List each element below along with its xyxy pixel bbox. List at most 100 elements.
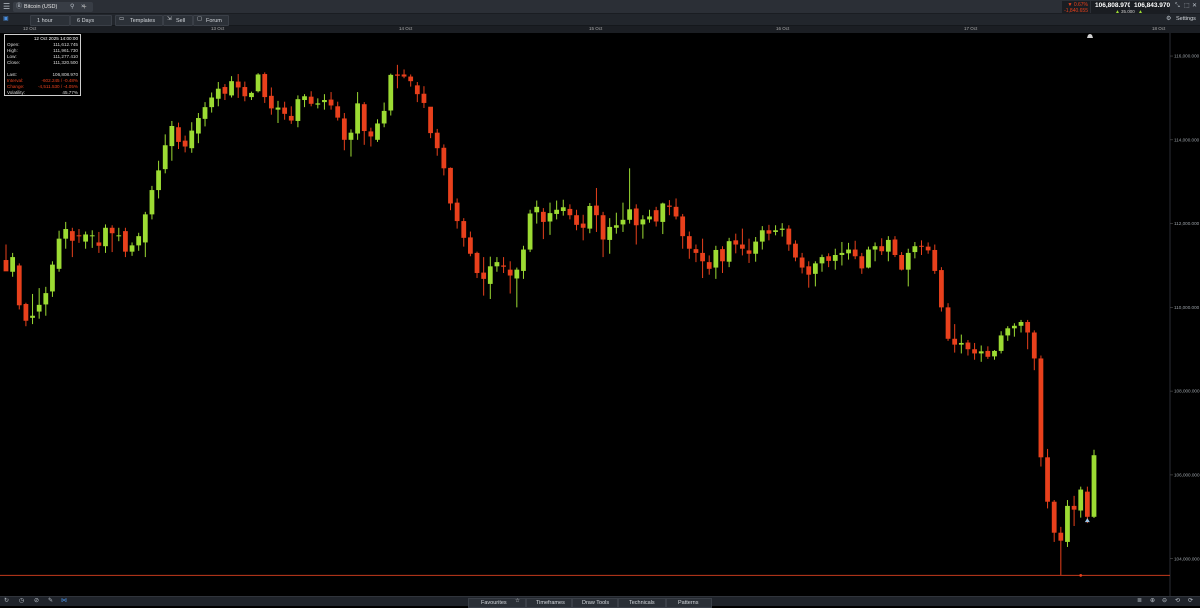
date-label: 14 Oct xyxy=(399,26,413,31)
timeframe-button[interactable]: 1 hour xyxy=(30,15,70,26)
settings-icon[interactable]: ⚙ xyxy=(1166,16,1171,22)
candle-body-up xyxy=(620,219,626,225)
candle-body-down xyxy=(414,85,420,95)
candle-body-up xyxy=(1018,322,1024,326)
candle-body-down xyxy=(222,87,228,94)
candle-body-down xyxy=(859,256,865,269)
y-tick-label: 106,000.000 xyxy=(1174,473,1200,478)
ohlc-label: Low: xyxy=(7,54,17,59)
pencil-icon[interactable]: ✎ xyxy=(48,598,53,604)
candle-body-down xyxy=(540,211,546,222)
date-label: 15 Oct xyxy=(589,26,603,31)
candle-body-up xyxy=(494,262,500,267)
zoom-out-icon[interactable]: ⊖ xyxy=(1162,598,1167,604)
close-window-icon[interactable]: ✕ xyxy=(1192,3,1197,9)
y-tick-label: 110,000.000 xyxy=(1174,305,1200,310)
candle-body-down xyxy=(653,210,659,222)
magnet-icon[interactable]: ⋈ xyxy=(61,598,67,604)
candle-body-down xyxy=(408,76,414,82)
ohlc-label: Close: xyxy=(7,60,21,65)
candle-body-up xyxy=(872,246,878,250)
instrument-tab[interactable]: Ⓑ Bitcoin (USD) ⚲ × xyxy=(13,2,93,12)
candle-body-up xyxy=(647,216,652,220)
new-tab-button[interactable]: + xyxy=(82,3,87,11)
candle-body-down xyxy=(899,255,904,270)
candle-body-up xyxy=(142,214,148,243)
candle-body-up xyxy=(1078,489,1084,511)
candle-body-down xyxy=(454,202,460,222)
candle-body-up xyxy=(348,132,354,140)
ask-box[interactable]: 106,843.970 35.000 ▲ xyxy=(1121,1,1170,15)
technicals-label: Technicals xyxy=(629,600,655,606)
favourites-button[interactable]: Favourites ☆ xyxy=(468,598,526,608)
candle-body-down xyxy=(919,245,924,247)
candle-body-down xyxy=(786,228,792,245)
zoom-in-icon[interactable]: ⊕ xyxy=(1150,598,1155,604)
candle-body-up xyxy=(812,263,818,274)
scroll-forward-icon[interactable]: ⟳ xyxy=(1188,598,1193,604)
candle-body-down xyxy=(501,265,506,267)
sell-icon: ⇲ xyxy=(167,16,172,22)
y-tick-label: 112,000.000 xyxy=(1174,221,1200,226)
candle-body-down xyxy=(799,257,805,268)
candle-body-down xyxy=(176,127,181,142)
candle-body-up xyxy=(1012,325,1017,329)
candle-body-up xyxy=(116,235,122,237)
candle-body-up xyxy=(36,304,42,312)
candle-body-down xyxy=(693,249,699,253)
candle-body-up xyxy=(1091,455,1097,517)
settings-label[interactable]: Settings xyxy=(1176,16,1196,23)
technicals-button[interactable]: Technicals xyxy=(618,598,666,608)
candle-body-up xyxy=(315,103,321,105)
maximize-icon[interactable]: ⬚ xyxy=(1184,3,1190,9)
candle-body-up xyxy=(534,206,540,213)
chart-type-icon[interactable]: ▣ xyxy=(3,16,9,22)
patterns-button[interactable]: Patterns xyxy=(666,598,712,608)
candle-body-down xyxy=(461,221,467,238)
ohlc-info-panel: 12 Oct 2025 14:00:00 Open: 111,612.745 Hi… xyxy=(4,34,81,96)
candle-body-down xyxy=(474,252,480,274)
candle-body-down xyxy=(434,132,440,149)
candle-body-down xyxy=(242,87,248,97)
draw-tools-button[interactable]: Draw Tools xyxy=(572,598,618,608)
candle-body-up xyxy=(726,241,732,262)
templates-button[interactable]: ▭ Templates xyxy=(115,15,163,26)
candle-body-up xyxy=(249,92,254,98)
price-chart[interactable]: 116,000.000 114,000.000 112,000.000 110,000… xyxy=(0,33,1200,596)
candle-body-down xyxy=(1045,457,1050,502)
list-icon[interactable]: ≣ xyxy=(1137,598,1142,604)
forum-button[interactable]: ▢ Forum xyxy=(193,15,229,26)
signal-triangle-marker xyxy=(1084,518,1090,523)
candle-body-down xyxy=(441,147,447,169)
candle-body-down xyxy=(268,95,274,109)
candle-body-down xyxy=(746,250,752,254)
candle-body-down xyxy=(368,131,374,137)
minimize-icon[interactable]: ⤡ xyxy=(1175,3,1180,9)
timeframes-button[interactable]: Timeframes xyxy=(526,598,572,608)
interval-value: -602.245 / -0.48% xyxy=(41,78,78,83)
candle-body-down xyxy=(428,106,433,134)
range-button[interactable]: 6 Days xyxy=(70,15,112,26)
candle-body-down xyxy=(76,235,82,237)
refresh-icon[interactable]: ↻ xyxy=(4,598,9,604)
scroll-back-icon[interactable]: ⟲ xyxy=(1175,598,1180,604)
bottom-toolbar: ↻ ◷ ⊘ ✎ ⋈ Favourites ☆ Timeframes Draw T… xyxy=(0,596,1200,608)
chart-toolbar: ▣ 1 hour 6 Days ▭ Templates ⇲ Sell ▢ For… xyxy=(0,14,1200,26)
block-icon[interactable]: ⊘ xyxy=(34,598,39,604)
y-tick-label: 108,000.000 xyxy=(1174,389,1200,394)
candle-body-up xyxy=(202,107,208,119)
candle-body-up xyxy=(514,269,520,279)
history-icon[interactable]: ◷ xyxy=(19,598,24,604)
candle-body-down xyxy=(1084,491,1090,517)
candle-body-down xyxy=(123,231,128,252)
candle-body-down xyxy=(945,307,951,339)
candle-body-down xyxy=(481,272,487,279)
candle-body-down xyxy=(1038,358,1044,458)
search-icon[interactable]: ⚲ xyxy=(70,4,74,10)
sell-button[interactable]: ⇲ Sell xyxy=(163,15,193,26)
candle-body-down xyxy=(361,104,367,132)
menu-icon[interactable]: ☰ xyxy=(3,3,10,11)
candle-body-up xyxy=(779,228,785,230)
candle-body-down xyxy=(288,115,294,121)
candle-body-down xyxy=(733,240,739,245)
